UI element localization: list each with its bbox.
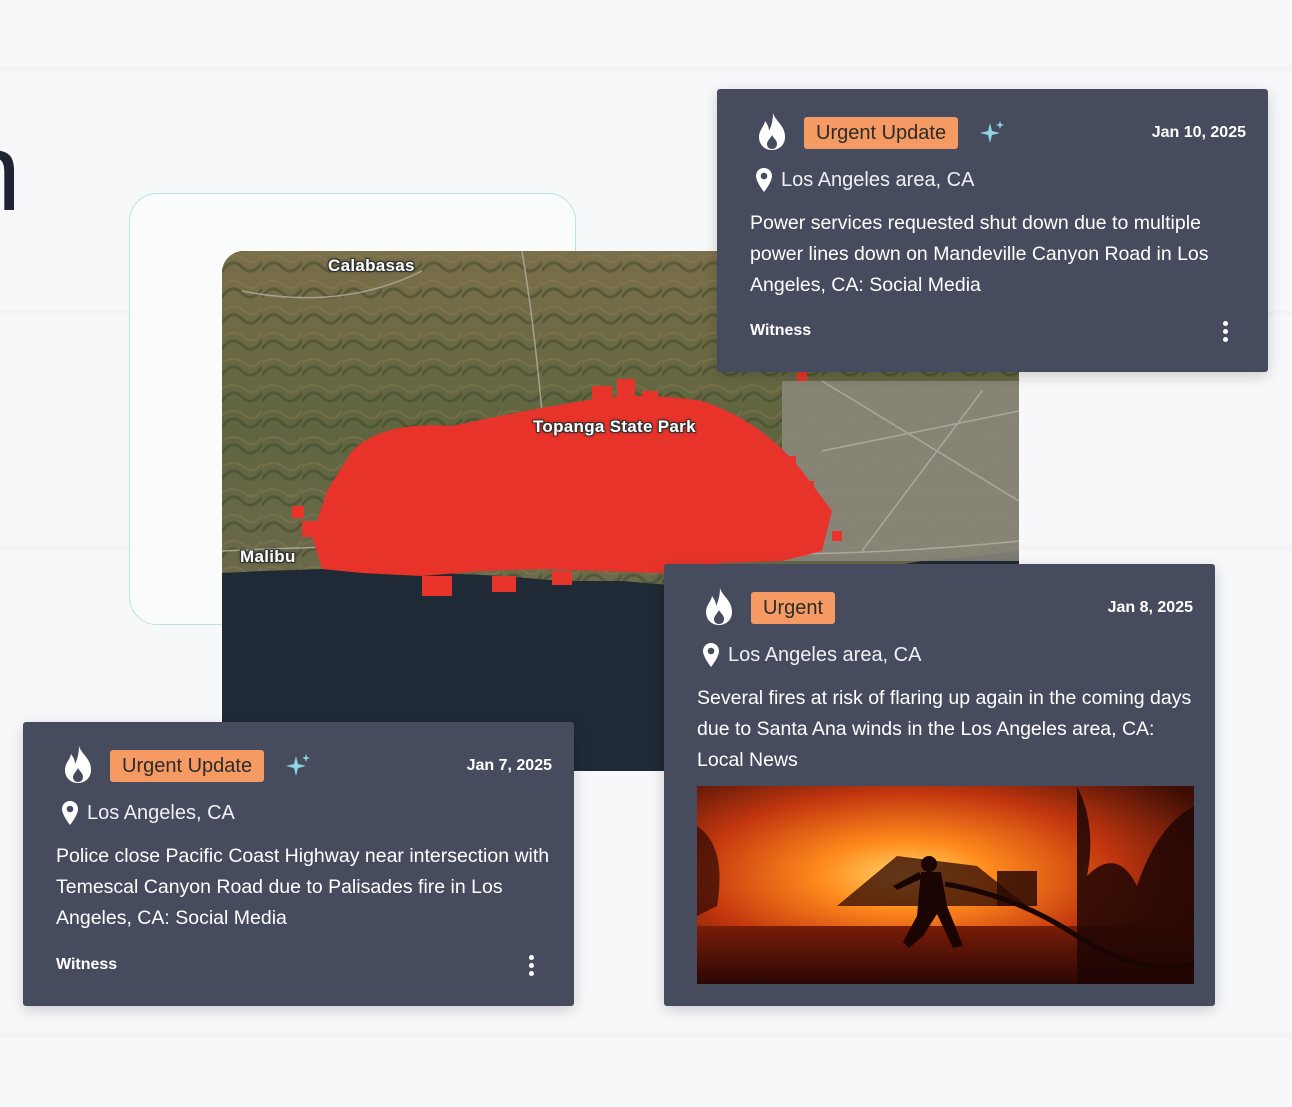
alert-source: Witness — [750, 322, 812, 339]
urgency-badge: Urgent Update — [110, 750, 265, 782]
background-stripe — [0, 66, 1292, 72]
alert-location-text: Los Angeles area, CA — [728, 643, 922, 666]
flame-icon — [65, 746, 91, 783]
alert-source: Witness — [56, 956, 118, 973]
alert-location-text: Los Angeles, CA — [87, 801, 235, 824]
alert-location-text: Los Angeles area, CA — [781, 168, 975, 191]
map-label-topanga: Topanga State Park — [533, 417, 696, 436]
alert-date: Jan 8, 2025 — [1107, 599, 1193, 616]
flame-icon — [706, 588, 732, 625]
flame-icon — [759, 113, 785, 150]
alert-card[interactable]: Urgent Update Jan 10, 2025 Los Angeles a… — [717, 89, 1268, 372]
map-pin-icon — [703, 643, 719, 667]
map-pin-icon — [756, 168, 772, 192]
alert-description: Power services requested shut down due t… — [750, 212, 1209, 296]
map-label-calabasas: Calabasas — [328, 256, 415, 275]
alert-description: Several fires at risk of flaring up agai… — [697, 687, 1192, 771]
background-stripe — [0, 1032, 1292, 1038]
alert-location: Los Angeles area, CA — [702, 642, 921, 668]
hero-heading-fragment: n — [0, 118, 21, 228]
urgency-badge: Urgent — [751, 592, 836, 624]
fire-photo[interactable] — [697, 786, 1194, 984]
alert-location: Los Angeles area, CA — [755, 167, 974, 193]
fire-photo-illustration — [697, 786, 1194, 984]
urgency-badge: Urgent Update — [804, 117, 959, 149]
alert-date: Jan 10, 2025 — [1151, 124, 1246, 141]
alert-date: Jan 7, 2025 — [466, 757, 552, 774]
alert-location: Los Angeles, CA — [61, 800, 235, 826]
alert-card[interactable]: Urgent Jan 8, 2025 Los Angeles area, CA … — [664, 564, 1215, 1006]
sparkle-icon — [286, 754, 310, 776]
map-pin-icon — [62, 801, 78, 825]
more-vertical-icon[interactable] — [1218, 321, 1232, 345]
alert-card[interactable]: Urgent Update Jan 7, 2025 Los Angeles, C… — [23, 722, 574, 1006]
sparkle-icon — [980, 121, 1004, 143]
more-vertical-icon[interactable] — [524, 955, 538, 979]
map-label-malibu: Malibu — [240, 547, 296, 566]
alert-description: Police close Pacific Coast Highway near … — [56, 845, 550, 929]
